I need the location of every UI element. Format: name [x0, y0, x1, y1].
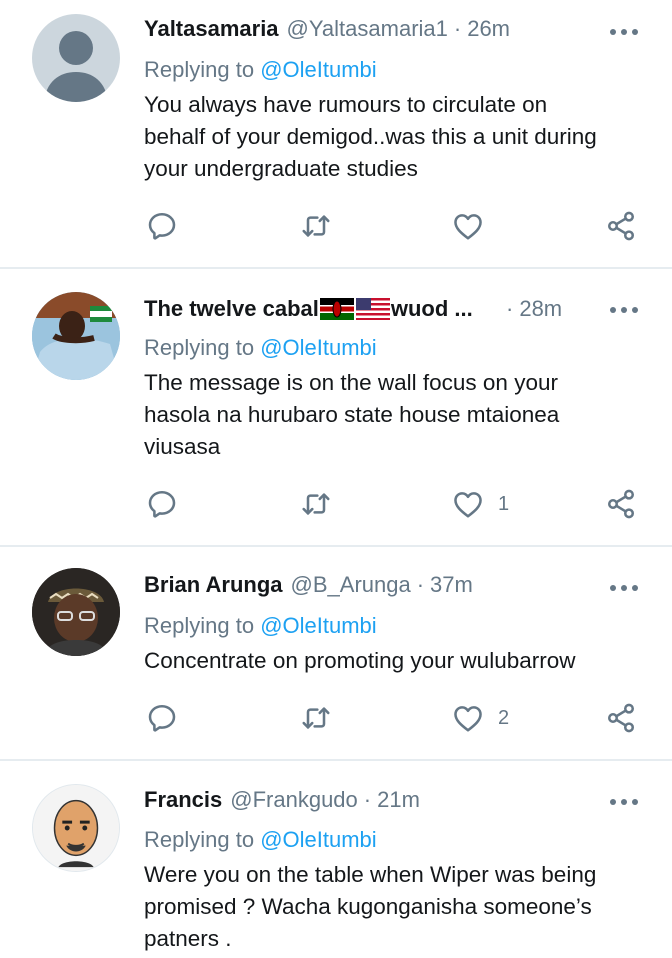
divider [0, 267, 672, 269]
kenya-flag-icon [319, 298, 354, 320]
reply-icon [146, 702, 178, 734]
separator: · [453, 16, 462, 41]
tweet[interactable]: Yaltasamaria @Yaltasamaria1 · 26m Replyi… [0, 0, 672, 268]
timestamp[interactable]: 21m [377, 787, 420, 813]
like-count: 2 [498, 706, 510, 729]
replying-label: Replying to [144, 827, 255, 852]
tweet[interactable]: Brian Arunga @B_Arunga · 37m Replying to… [0, 548, 672, 760]
mention-link[interactable]: @OleItumbi [260, 335, 376, 360]
tweet-text: The message is on the wall focus on your… [144, 367, 644, 463]
tweet-text-line: promised ? Wacha kugonganisha someone’s [144, 894, 592, 919]
reply-icon [146, 210, 178, 242]
default-avatar-icon [44, 31, 108, 102]
avatar[interactable] [32, 568, 120, 656]
avatar[interactable] [32, 784, 120, 872]
tweet-header: The twelve cabal wuod ... [144, 292, 473, 326]
replying-to: Replying to @OleItumbi [144, 335, 377, 361]
tweet-text: Were you on the table when Wiper was bei… [144, 859, 644, 955]
tweet-text-line: viusasa [144, 434, 221, 459]
profile-photo-icon [33, 785, 119, 871]
profile-photo-icon [32, 568, 120, 656]
share-button[interactable] [605, 702, 637, 734]
reply-button[interactable] [146, 210, 178, 242]
more-icon[interactable] [610, 578, 638, 598]
share-button[interactable] [605, 488, 637, 520]
tweet-header: Brian Arunga @B_Arunga · 37m [144, 568, 473, 602]
display-name[interactable]: Francis [144, 787, 222, 813]
share-icon [605, 488, 637, 520]
more-icon[interactable] [610, 22, 638, 42]
tweet-header: Yaltasamaria @Yaltasamaria1 · 26m [144, 12, 510, 46]
divider [0, 545, 672, 547]
retweet-icon [299, 488, 333, 520]
display-name[interactable]: Yaltasamaria [144, 16, 279, 42]
like-count: 1 [498, 492, 510, 515]
tweet-text-line: behalf of your demigod..was this a unit … [144, 124, 597, 149]
tweet[interactable]: Francis @Frankgudo · 21m Replying to @Ol… [0, 762, 672, 958]
like-button[interactable]: 1 [452, 488, 509, 520]
reply-button[interactable] [146, 702, 178, 734]
retweet-button[interactable] [299, 488, 333, 520]
tweet-text: You always have rumours to circulate on … [144, 89, 644, 185]
tweet-text: Concentrate on promoting your wulubarrow [144, 645, 644, 677]
display-name[interactable]: Brian Arunga [144, 572, 283, 598]
tweet[interactable]: The twelve cabal wuod ... · 28m Replying… [0, 270, 672, 546]
replying-to: Replying to @OleItumbi [144, 57, 377, 83]
like-button[interactable]: 2 [452, 702, 509, 734]
timestamp[interactable]: 28m [519, 296, 562, 322]
timestamp[interactable]: 37m [430, 572, 473, 598]
tweet-meta: · 28m [500, 292, 562, 326]
replying-label: Replying to [144, 335, 255, 360]
more-icon[interactable] [610, 792, 638, 812]
tweet-text-line: You always have rumours to circulate on [144, 92, 548, 117]
avatar[interactable] [32, 14, 120, 102]
retweet-icon [299, 210, 333, 242]
display-name-suffix[interactable]: wuod ... [391, 296, 473, 322]
avatar[interactable] [32, 292, 120, 380]
like-icon [452, 210, 484, 242]
like-button[interactable] [452, 210, 484, 242]
divider [0, 759, 672, 761]
reply-button[interactable] [146, 488, 178, 520]
mention-link[interactable]: @OleItumbi [260, 613, 376, 638]
replying-to: Replying to @OleItumbi [144, 613, 377, 639]
replying-to: Replying to @OleItumbi [144, 827, 377, 853]
user-handle[interactable]: @Frankgudo [230, 787, 358, 813]
user-handle[interactable]: @B_Arunga [291, 572, 411, 598]
tweet-text-line: hasola na hurubaro state house mtaionea [144, 402, 560, 427]
more-icon[interactable] [610, 300, 638, 320]
like-icon [452, 488, 484, 520]
share-button[interactable] [605, 210, 637, 242]
replying-label: Replying to [144, 57, 255, 82]
mention-link[interactable]: @OleItumbi [260, 57, 376, 82]
retweet-button[interactable] [299, 702, 333, 734]
user-handle[interactable]: @Yaltasamaria1 [287, 16, 448, 42]
tweet-text-line: The message is on the wall focus on your [144, 370, 558, 395]
reply-icon [146, 488, 178, 520]
share-icon [605, 702, 637, 734]
like-icon [452, 702, 484, 734]
profile-photo-icon [32, 292, 120, 380]
tweet-text-line: your undergraduate studies [144, 156, 418, 181]
separator: · [416, 572, 425, 597]
mention-link[interactable]: @OleItumbi [260, 827, 376, 852]
tweet-text-line: Concentrate on promoting your wulubarrow [144, 648, 576, 673]
replying-label: Replying to [144, 613, 255, 638]
timestamp[interactable]: 26m [467, 16, 510, 42]
tweet-text-line: patners . [144, 926, 232, 951]
separator: · [506, 296, 514, 321]
display-name[interactable]: The twelve cabal [144, 296, 319, 322]
separator: · [363, 787, 372, 812]
tweet-text-line: Were you on the table when Wiper was bei… [144, 862, 597, 887]
retweet-button[interactable] [299, 210, 333, 242]
retweet-icon [299, 702, 333, 734]
us-flag-icon [355, 298, 390, 320]
tweet-header: Francis @Frankgudo · 21m [144, 783, 420, 817]
share-icon [605, 210, 637, 242]
